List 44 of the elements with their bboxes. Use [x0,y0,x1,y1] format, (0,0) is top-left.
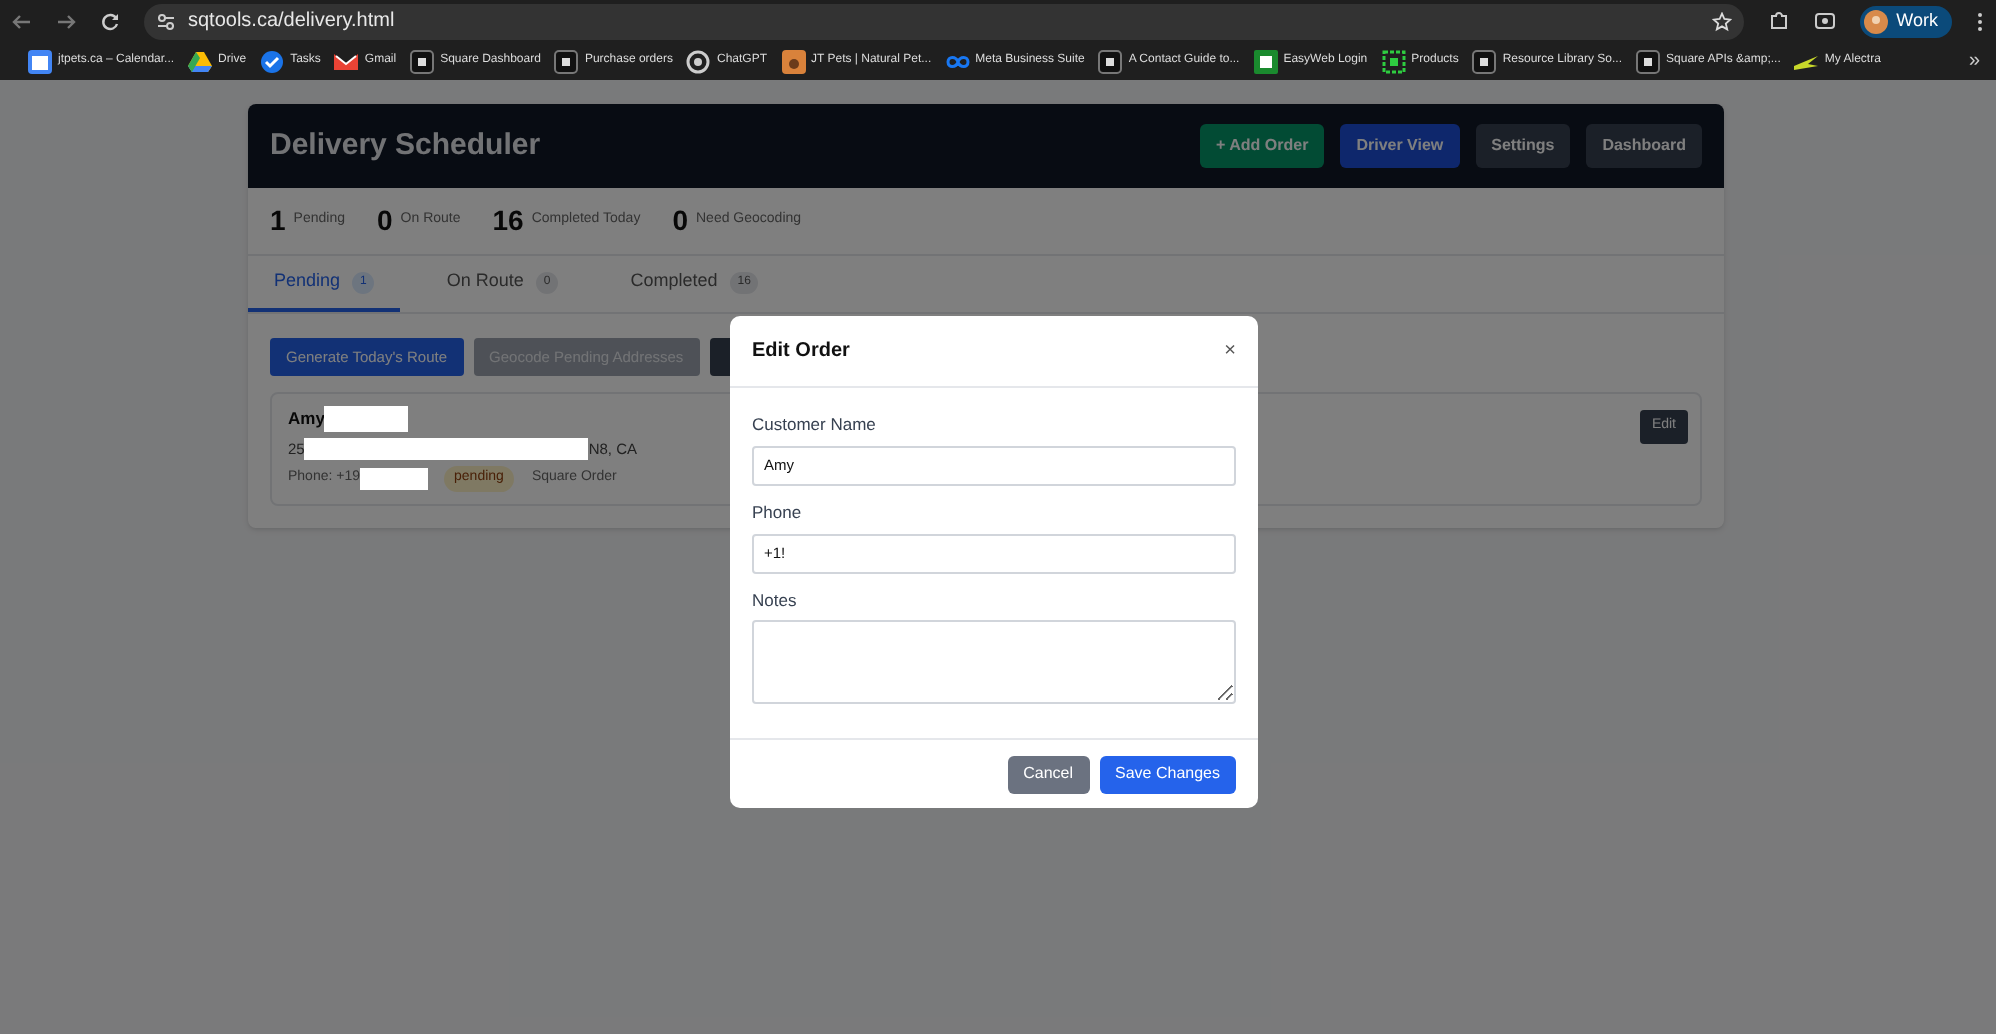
url-text: sqtools.ca/delivery.html [188,8,397,36]
redaction-block [360,468,429,490]
avatar-icon [1864,9,1889,33]
back-arrow-icon[interactable] [12,11,32,31]
square-icon [1472,49,1497,73]
square-icon [1098,49,1123,73]
knot-icon [686,49,711,73]
header-button[interactable]: Settings [1475,124,1571,168]
paw-icon [781,49,805,73]
envelope-icon [334,49,359,73]
header-button[interactable]: Dashboard [1586,124,1702,168]
dialog-title: Edit Order [752,338,852,366]
star-icon[interactable] [1712,11,1733,31]
stat-value: 16 [492,202,524,240]
profile-button[interactable]: Work [1860,5,1952,37]
calendar-icon [28,49,52,73]
stat-value: 1 [270,202,286,240]
forward-arrow-icon[interactable] [56,11,76,31]
camera-icon[interactable] [1814,10,1837,32]
address-bar[interactable]: sqtools.ca/delivery.html [144,3,1745,39]
stat-value: 0 [672,202,688,240]
field-label: Notes [752,587,799,613]
check-circle-icon [260,49,285,73]
cancel-button[interactable]: Cancel [1007,755,1090,793]
reload-icon[interactable] [100,11,120,31]
square-icon [1636,49,1661,73]
triangle-icon [188,49,213,73]
close-button[interactable]: × [1224,341,1236,361]
logo-icon [1253,49,1278,73]
customer-name: Amy [288,406,325,432]
field-label: Customer Name [752,412,878,438]
notes-field[interactable] [752,620,1236,705]
field-label: Phone [752,499,804,525]
app-title: Delivery Scheduler [270,125,543,166]
square-icon [554,49,579,73]
save-button[interactable]: Save Changes [1099,755,1236,793]
puzzle-icon[interactable] [1768,10,1791,32]
more-menu-icon[interactable] [1976,11,1984,31]
more-bookmarks-button[interactable]: » [1968,46,1980,76]
site-settings-icon[interactable] [156,11,176,31]
square-icon [410,49,435,73]
stat-value: 0 [377,202,393,240]
frame-icon [1381,49,1406,73]
redaction-block [324,406,409,432]
